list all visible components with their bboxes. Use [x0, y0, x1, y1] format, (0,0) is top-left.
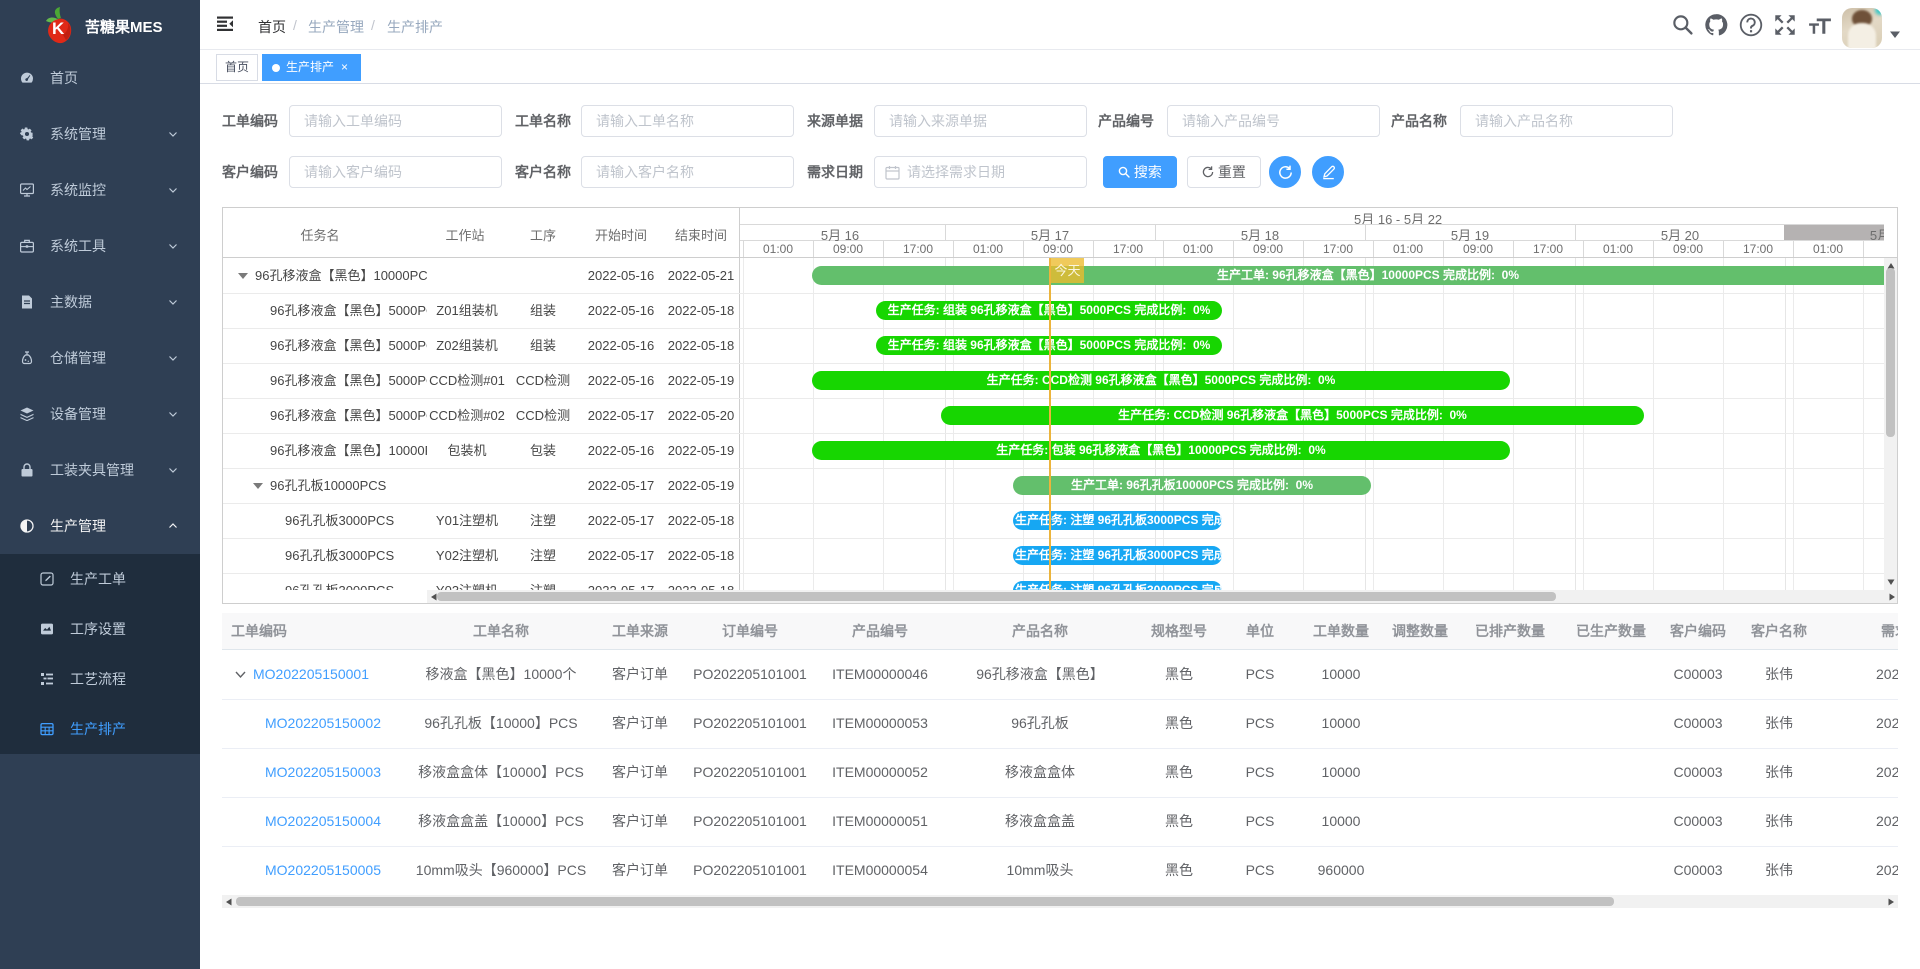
svg-text:K: K: [52, 19, 65, 38]
